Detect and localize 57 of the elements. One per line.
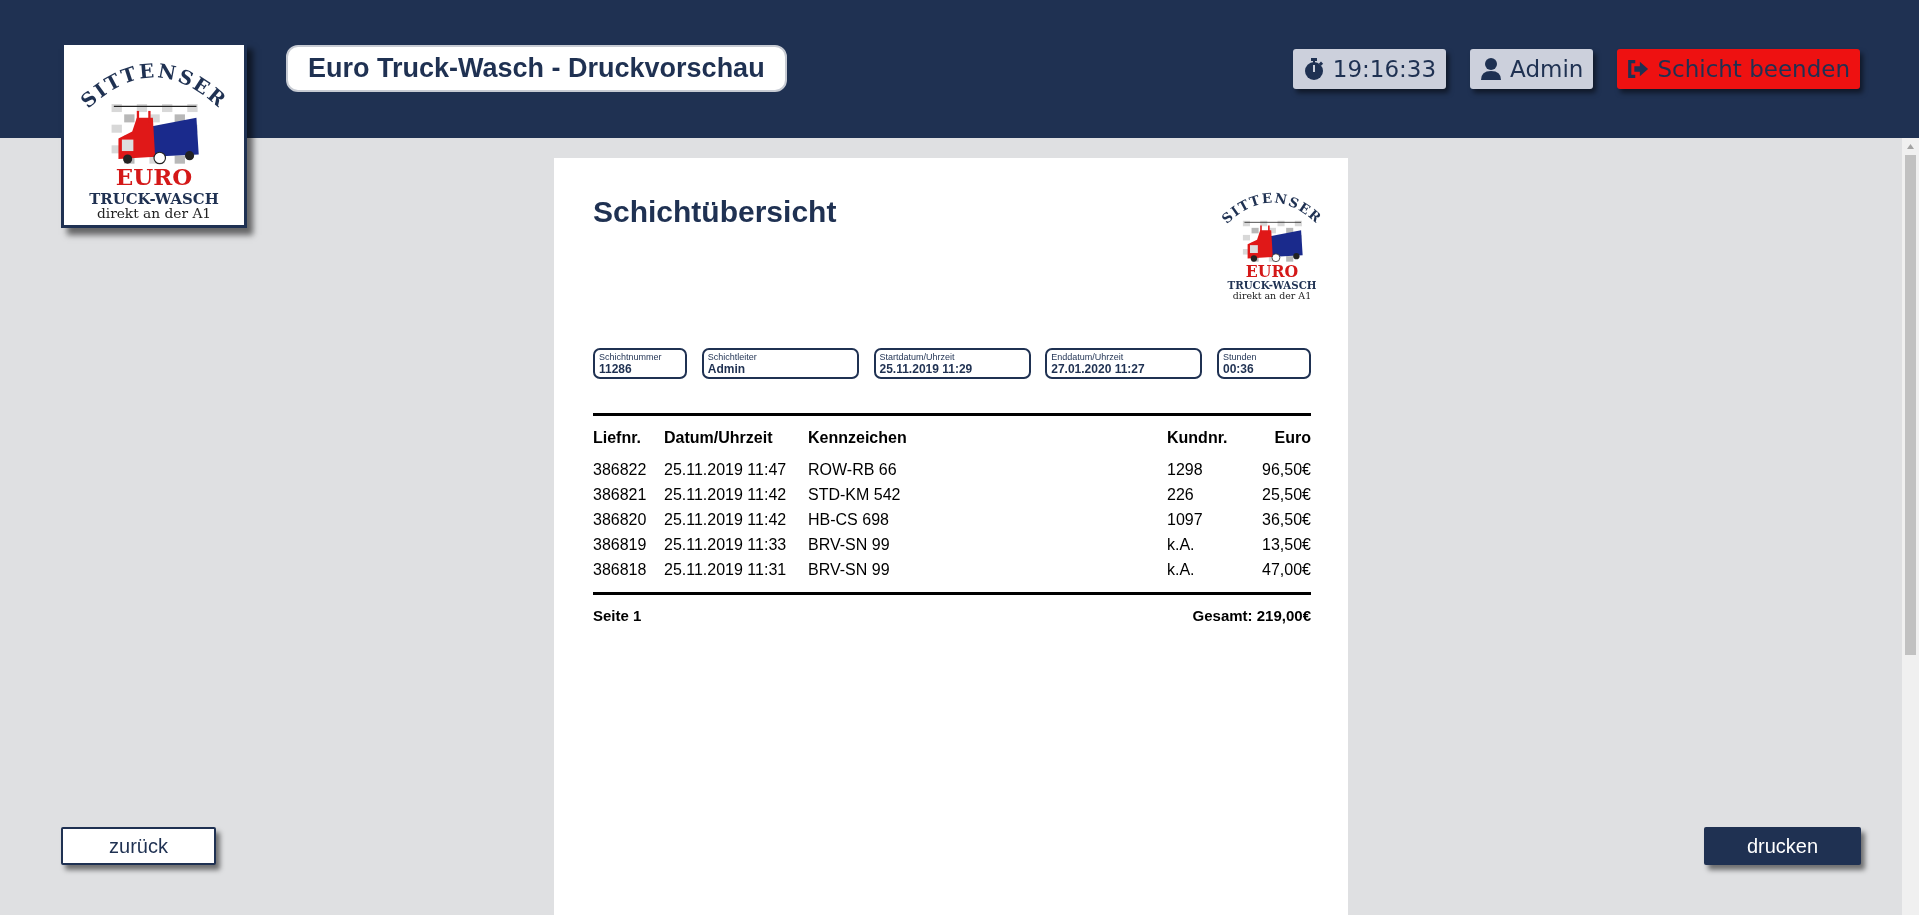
field-label: Startdatum/Uhrzeit bbox=[879, 352, 956, 362]
table-cell-text: 1097 bbox=[1167, 510, 1204, 530]
field-label: Schichtleiter bbox=[707, 352, 758, 362]
logo-tagline: direkt an der A1 bbox=[1232, 289, 1312, 301]
field-value: 25.11.2019 11:29 bbox=[879, 362, 974, 376]
table-cell-text: 36,50€ bbox=[1261, 510, 1311, 530]
total-amount: Gesamt: 219,00€ bbox=[1192, 607, 1311, 624]
page-number: Seite 1 bbox=[593, 607, 642, 624]
app-title: Euro Truck-Wasch - Druckvorschau bbox=[286, 45, 787, 92]
table-cell-text: 386818 bbox=[593, 560, 648, 580]
column-header: Datum/Uhrzeit bbox=[664, 428, 774, 448]
back-button[interactable]: zurück bbox=[61, 827, 216, 865]
table-cell-text: 25.11.2019 11:33 bbox=[664, 535, 788, 555]
table-cell-text: 25.11.2019 11:42 bbox=[664, 485, 788, 505]
field-value: 27.01.2020 11:27 bbox=[1051, 362, 1146, 376]
clock-time: 19:16:33 bbox=[1332, 56, 1437, 82]
table-cell-text: 13,50€ bbox=[1261, 535, 1311, 555]
logo-brand-text: EURO bbox=[115, 163, 193, 191]
table-cell-text: 47,00€ bbox=[1261, 560, 1311, 580]
column-header: Kennzeichen bbox=[808, 428, 908, 448]
user-icon bbox=[1480, 57, 1503, 81]
table-cell-text: 25.11.2019 11:42 bbox=[664, 510, 788, 530]
document-title: Schichtübersicht bbox=[593, 195, 837, 230]
table-cell-text: 226 bbox=[1167, 485, 1195, 505]
table-cell-text: 25.11.2019 11:47 bbox=[664, 460, 788, 480]
field-label: Stunden bbox=[1223, 352, 1258, 362]
logo-brand-text: EURO bbox=[1245, 261, 1299, 281]
table-cell-text: 386820 bbox=[593, 510, 648, 530]
logo-name-text: TRUCK-WASCH bbox=[1227, 279, 1317, 292]
field-value: Admin bbox=[707, 362, 747, 376]
table-cell-text: 386821 bbox=[593, 485, 648, 505]
column-header: Euro bbox=[1273, 428, 1311, 448]
table-cell-text: 386822 bbox=[593, 460, 648, 480]
scrollbar[interactable] bbox=[1902, 138, 1919, 915]
field-label: Enddatum/Uhrzeit bbox=[1051, 352, 1125, 362]
column-header: Liefnr. bbox=[593, 428, 642, 448]
column-header: Kundnr. bbox=[1167, 428, 1229, 448]
field-value: 11286 bbox=[599, 362, 633, 376]
table-cell-text: 386819 bbox=[593, 535, 648, 555]
print-button[interactable]: drucken bbox=[1704, 827, 1861, 865]
sign-out-icon bbox=[1627, 57, 1650, 81]
table-cell-text: HB-CS 698 bbox=[808, 510, 890, 530]
user-button[interactable]: Admin bbox=[1470, 49, 1594, 89]
scroll-up-arrow-icon[interactable] bbox=[1907, 144, 1914, 149]
table-cell-text: 25,50€ bbox=[1261, 485, 1311, 505]
stopwatch-icon bbox=[1302, 57, 1325, 81]
table-cell-text: k.A. bbox=[1167, 535, 1196, 555]
field-label: Schichtnummer bbox=[599, 352, 663, 362]
table-cell-text: STD-KM 542 bbox=[808, 485, 902, 505]
table-cell-text: ROW-RB 66 bbox=[808, 460, 898, 480]
table-cell-text: 25.11.2019 11:31 bbox=[664, 560, 788, 580]
table-cell-text: 1298 bbox=[1167, 460, 1204, 480]
table-cell-text: BRV-SN 99 bbox=[808, 535, 891, 555]
table-cell-text: k.A. bbox=[1167, 560, 1196, 580]
field-value: 00:36 bbox=[1223, 362, 1255, 376]
table-cell-text: BRV-SN 99 bbox=[808, 560, 891, 580]
table-cell-text: 96,50€ bbox=[1261, 460, 1311, 480]
